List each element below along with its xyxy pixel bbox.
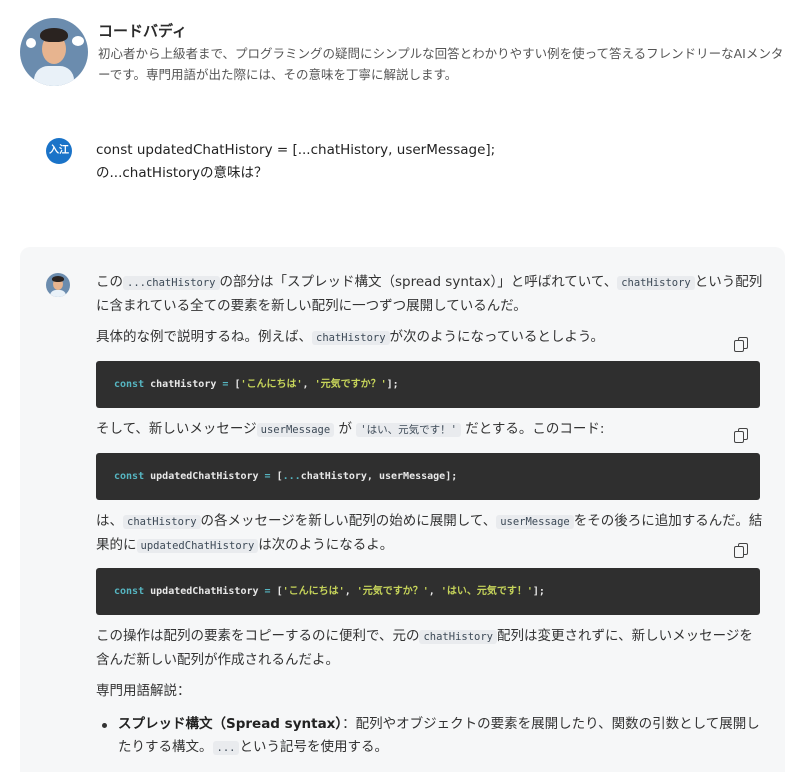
code-block: const chatHistory = ['こんにちは', '元気ですか？']; <box>96 361 760 408</box>
copy-icon[interactable] <box>734 337 748 353</box>
bot-description: 初心者から上級者まで、プログラミングの疑問にシンプルな回答とわかりやすい例を使っ… <box>98 46 784 82</box>
inline-code: chatHistory <box>312 331 390 345</box>
glossary-term: スプレッド構文（Spread syntax） <box>118 716 343 732</box>
bot-header: コードバディ 初心者から上級者まで、プログラミングの疑問にシンプルな回答とわかり… <box>20 18 790 88</box>
bot-avatar <box>20 18 88 86</box>
inline-code: userMessage <box>256 423 335 437</box>
glossary-heading: 専門用語解説： <box>96 683 191 699</box>
user-message-line: const updatedChatHistory = [...chatHisto… <box>96 142 496 158</box>
inline-code: chatHistory <box>123 515 201 529</box>
answer-paragraph: そして、新しいメッセージ userMessage が 'はい、元気です！' だとす… <box>96 421 605 437</box>
answer-paragraph: 具体的な例で説明するね。例えば、 chatHistory が次のようになっているとし… <box>96 329 605 345</box>
inline-code: chatHistory <box>617 276 695 290</box>
inline-code: 'はい、元気です！' <box>356 423 461 437</box>
copy-icon[interactable] <box>734 543 748 559</box>
inline-code: ...chatHistory <box>123 276 220 290</box>
code-block: const updatedChatHistory = ['こんにちは', '元気… <box>96 568 760 615</box>
answer-paragraph: この ...chatHistory の部分は「スプレッド構文（spread synt… <box>96 274 763 314</box>
inline-code: updatedChatHistory <box>136 539 259 553</box>
assistant-answer: この ...chatHistory の部分は「スプレッド構文（spread synt… <box>20 247 785 772</box>
assistant-avatar <box>46 273 70 297</box>
bot-name: コードバディ <box>98 22 187 40</box>
answer-paragraph: この操作は配列の要素をコピーするのに便利で、元の chatHistory 配列は変更… <box>96 628 753 668</box>
code-block: const updatedChatHistory = [...chatHisto… <box>96 453 760 500</box>
user-message-text: const updatedChatHistory = [...chatHisto… <box>96 139 756 185</box>
user-avatar-badge: 入江 <box>46 138 72 164</box>
glossary-list: スプレッド構文（Spread syntax）：配列やオブジェクトの要素を展開した… <box>96 713 763 760</box>
glossary-item: スプレッド構文（Spread syntax）：配列やオブジェクトの要素を展開した… <box>96 713 763 760</box>
user-message-line: の...chatHistoryの意味は？ <box>96 165 268 181</box>
inline-code: chatHistory <box>419 630 498 644</box>
copy-icon[interactable] <box>734 428 748 444</box>
answer-paragraph: は、 chatHistory の各メッセージを新しい配列の始めに展開して、 userM… <box>96 513 763 553</box>
inline-code: ... <box>212 741 240 755</box>
inline-code: userMessage <box>496 515 574 529</box>
